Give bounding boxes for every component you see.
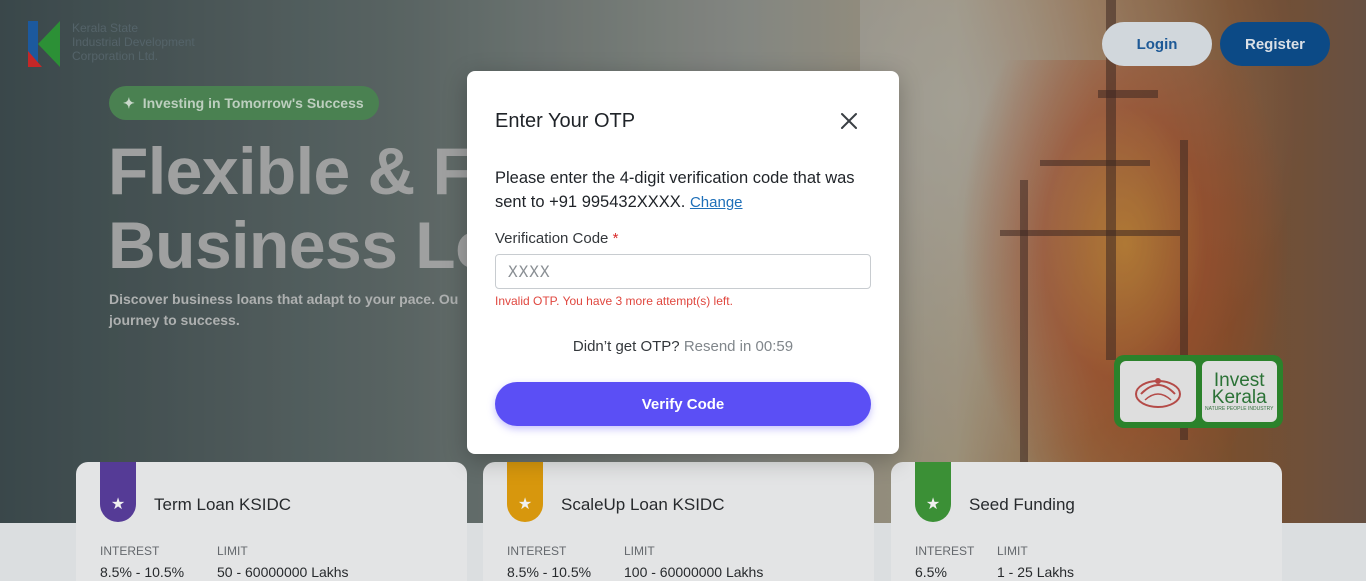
verification-code-label-text: Verification Code <box>495 230 609 247</box>
modal-description: Please enter the 4-digit verification co… <box>495 166 875 215</box>
otp-input[interactable] <box>495 254 871 289</box>
resend-prompt: Didn’t get OTP? <box>572 338 680 355</box>
change-number-link[interactable]: Change <box>690 194 743 211</box>
verification-code-label: Verification Code * <box>495 230 618 247</box>
resend-timer: Resend in 00:59 <box>683 338 794 355</box>
required-mark: * <box>612 230 619 247</box>
otp-modal: Enter Your OTP Please enter the 4-digit … <box>467 71 899 454</box>
close-icon[interactable] <box>837 109 861 133</box>
otp-error-message: Invalid OTP. You have 3 more attempt(s) … <box>495 294 733 308</box>
modal-description-text: Please enter the 4-digit verification co… <box>495 169 855 211</box>
verify-code-button[interactable]: Verify Code <box>495 382 871 426</box>
resend-row: Didn’t get OTP? Resend in 00:59 <box>467 338 899 355</box>
modal-title: Enter Your OTP <box>495 110 636 132</box>
